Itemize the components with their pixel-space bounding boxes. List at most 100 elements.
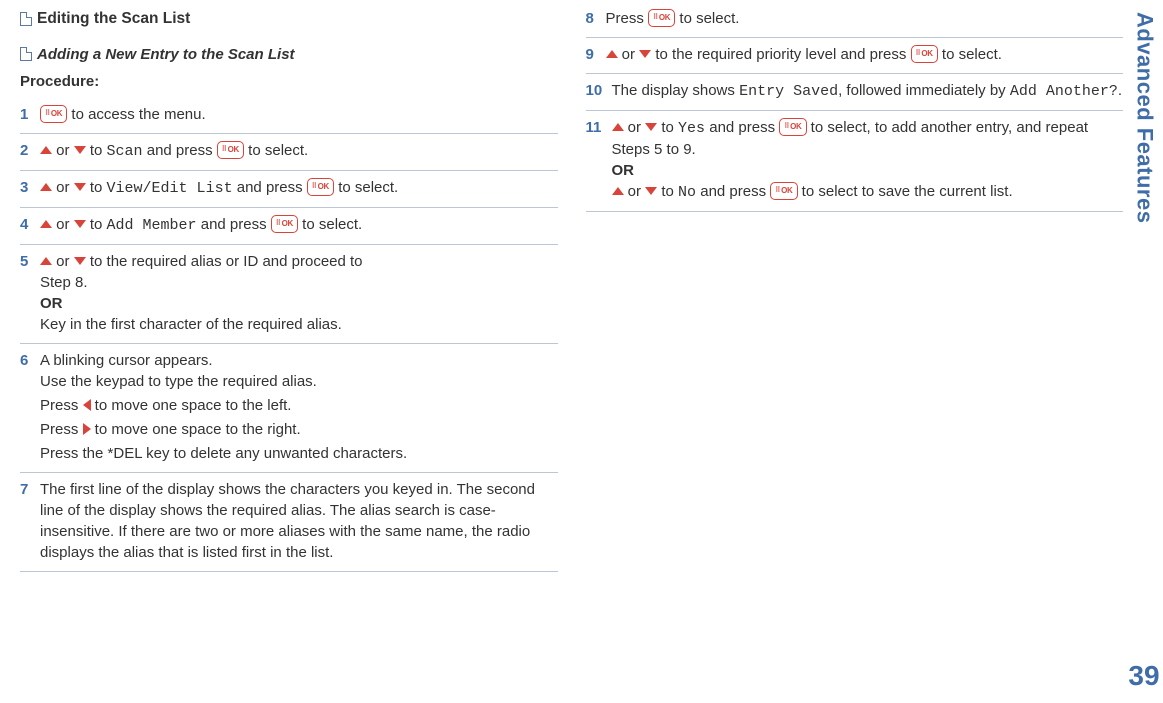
- right-column: 8 Press ⠿OK to select. 9 or to the requi…: [586, 8, 1124, 695]
- right-arrow-icon: [83, 423, 91, 435]
- or-text: or: [618, 46, 640, 63]
- step-body: or to the required priority level and pr…: [606, 44, 1124, 65]
- left-arrow-icon: [83, 399, 91, 411]
- step-number: 6: [20, 350, 34, 371]
- or-text: or: [52, 216, 74, 233]
- step-9: 9 or to the required priority level and …: [586, 38, 1124, 74]
- step-text: to access the menu.: [67, 106, 205, 123]
- step-number: 1: [20, 104, 34, 125]
- step-text: Step 8.: [40, 272, 558, 293]
- page-content: Editing the Scan List Adding a New Entry…: [0, 0, 1163, 703]
- step-text: , followed immediately by: [838, 82, 1010, 99]
- step-text: and press: [233, 179, 307, 196]
- step-2: 2 or to Scan and press ⠿OK to select.: [20, 134, 558, 171]
- step-text: Press: [606, 10, 649, 27]
- step-number: 3: [20, 177, 34, 198]
- subheading-text: Adding a New Entry to the Scan List: [37, 44, 295, 65]
- display-text: Entry Saved: [739, 83, 838, 100]
- step-body: or to Add Member and press ⠿OK to select…: [40, 214, 558, 236]
- or-text: or: [624, 119, 646, 136]
- up-arrow-icon: [612, 187, 624, 195]
- step-3: 3 or to View/Edit List and press ⠿OK to …: [20, 171, 558, 208]
- step-body: or to Scan and press ⠿OK to select.: [40, 140, 558, 162]
- step-number: 5: [20, 251, 34, 272]
- step-text: and press: [197, 216, 271, 233]
- down-arrow-icon: [645, 123, 657, 131]
- step-text: to select.: [938, 46, 1002, 63]
- sidebar-title: Advanced Features: [1129, 12, 1160, 223]
- step-body: A blinking cursor appears. Use the keypa…: [40, 350, 558, 464]
- or-label: OR: [40, 293, 558, 314]
- ok-button-icon: ⠿OK: [648, 9, 675, 27]
- menu-target: View/Edit List: [107, 180, 233, 197]
- up-arrow-icon: [606, 50, 618, 58]
- step-text: to the required priority level and press: [651, 46, 910, 63]
- step-1: 1 ⠿OK to access the menu.: [20, 98, 558, 134]
- step-text: Use the keypad to type the required alia…: [40, 371, 558, 392]
- step-4: 4 or to Add Member and press ⠿OK to sele…: [20, 208, 558, 245]
- step-text: The first line of the display shows the …: [40, 479, 558, 563]
- page-number: 39: [1128, 656, 1159, 695]
- document-icon: [20, 12, 32, 26]
- step-text: Press the *DEL key to delete any unwante…: [40, 443, 558, 464]
- step-text: to: [657, 183, 678, 200]
- ok-button-icon: ⠿OK: [271, 215, 298, 233]
- or-text: or: [52, 142, 74, 159]
- step-text: to: [86, 216, 107, 233]
- section-heading: Editing the Scan List: [20, 8, 558, 30]
- down-arrow-icon: [74, 257, 86, 265]
- step-number: 11: [586, 117, 606, 138]
- up-arrow-icon: [40, 257, 52, 265]
- procedure-label: Procedure:: [20, 71, 558, 92]
- step-text: to move one space to the left.: [91, 397, 292, 414]
- step-text: to the required alias or ID and proceed …: [86, 253, 363, 270]
- ok-button-icon: ⠿OK: [770, 182, 797, 200]
- step-text: Press: [40, 397, 83, 414]
- step-body: ⠿OK to access the menu.: [40, 104, 558, 125]
- ok-button-icon: ⠿OK: [307, 178, 334, 196]
- step-text: Press: [40, 421, 83, 438]
- step-text: The display shows: [612, 82, 740, 99]
- step-number: 2: [20, 140, 34, 161]
- up-arrow-icon: [40, 146, 52, 154]
- step-text: and press: [696, 183, 770, 200]
- step-body: or to View/Edit List and press ⠿OK to se…: [40, 177, 558, 199]
- step-text: to select.: [334, 179, 398, 196]
- step-11: 11 or to Yes and press ⠿OK to select, to…: [586, 111, 1124, 212]
- step-body: Press ⠿OK to select.: [606, 8, 1124, 29]
- step-5: 5 or to the required alias or ID and pro…: [20, 245, 558, 344]
- ok-button-icon: ⠿OK: [40, 105, 67, 123]
- up-arrow-icon: [612, 123, 624, 131]
- step-number: 8: [586, 8, 600, 29]
- menu-target: Yes: [678, 120, 705, 137]
- menu-target: Add Member: [107, 217, 197, 234]
- step-text: to select.: [675, 10, 739, 27]
- step-text: to: [86, 179, 107, 196]
- or-text: or: [624, 183, 646, 200]
- down-arrow-icon: [639, 50, 651, 58]
- step-text: to move one space to the right.: [91, 421, 301, 438]
- step-text: and press: [705, 119, 779, 136]
- down-arrow-icon: [74, 220, 86, 228]
- step-body: or to Yes and press ⠿OK to select, to ad…: [612, 117, 1124, 203]
- up-arrow-icon: [40, 220, 52, 228]
- step-body: The display shows Entry Saved, followed …: [612, 80, 1124, 102]
- step-number: 9: [586, 44, 600, 65]
- step-text: to: [86, 142, 107, 159]
- document-icon: [20, 47, 32, 61]
- down-arrow-icon: [74, 183, 86, 191]
- or-text: or: [52, 253, 74, 270]
- down-arrow-icon: [645, 187, 657, 195]
- up-arrow-icon: [40, 183, 52, 191]
- sub-heading: Adding a New Entry to the Scan List: [20, 44, 558, 65]
- display-text: Add Another?: [1010, 83, 1118, 100]
- step-number: 4: [20, 214, 34, 235]
- step-text: and press: [143, 142, 217, 159]
- down-arrow-icon: [74, 146, 86, 154]
- step-text: to: [657, 119, 678, 136]
- step-text: to select to save the current list.: [798, 183, 1013, 200]
- ok-button-icon: ⠿OK: [217, 141, 244, 159]
- left-column: Editing the Scan List Adding a New Entry…: [20, 8, 558, 695]
- sidebar: Advanced Features 39: [1129, 0, 1159, 703]
- ok-button-icon: ⠿OK: [779, 118, 806, 136]
